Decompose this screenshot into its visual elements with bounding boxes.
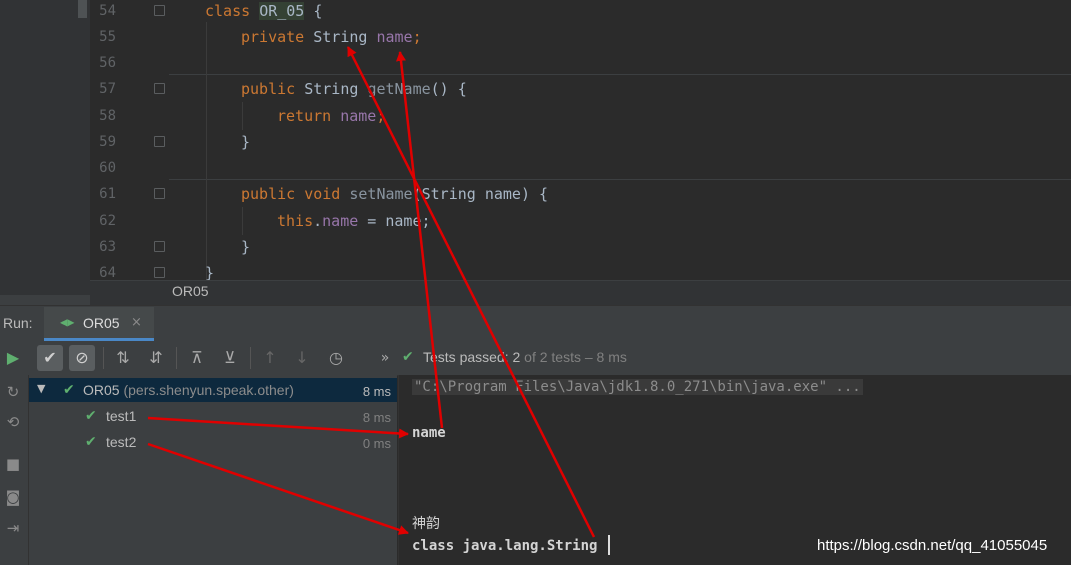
annotation-arrows xyxy=(147,46,596,538)
arrow-test1-to-name xyxy=(147,416,409,439)
arrow-class-to-string xyxy=(346,46,596,538)
arrow-name-to-field xyxy=(396,51,444,429)
arrow-test2-to-class xyxy=(147,442,409,535)
